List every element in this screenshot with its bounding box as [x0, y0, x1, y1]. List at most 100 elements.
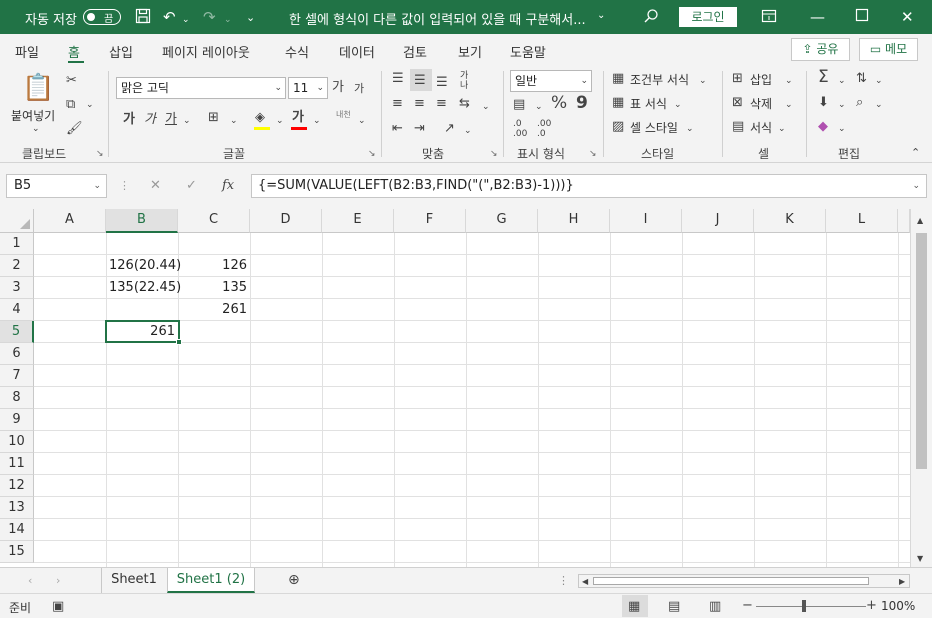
sort-filter-icon[interactable]: ⇅	[856, 71, 867, 87]
phonetic-icon[interactable]: 내천	[336, 110, 352, 119]
number-launcher-icon[interactable]: ↘	[589, 149, 597, 159]
tab-file[interactable]: 파일	[15, 42, 39, 61]
align-left-icon[interactable]: ≡	[392, 96, 403, 112]
row-header-7[interactable]: 7	[0, 365, 34, 387]
merge-dropdown-icon[interactable]: ⌄	[482, 99, 490, 115]
column-header-c[interactable]: C	[178, 209, 250, 233]
chevron-down-icon[interactable]: ⌄	[686, 121, 694, 137]
row-header-4[interactable]: 4	[0, 299, 34, 321]
alignment-launcher-icon[interactable]: ↘	[490, 149, 498, 159]
column-header-e[interactable]: E	[322, 209, 394, 233]
insert-cells-icon[interactable]: ⊞	[732, 71, 743, 87]
next-sheet-icon[interactable]: ›	[56, 573, 60, 589]
scroll-down-icon[interactable]: ▼	[917, 551, 923, 567]
row-header-5[interactable]: 5	[0, 321, 34, 343]
tab-data[interactable]: 데이터	[339, 42, 375, 61]
save-icon[interactable]	[135, 8, 151, 28]
zoom-slider-track[interactable]	[756, 606, 866, 607]
fill-icon[interactable]: ⬇	[818, 95, 829, 111]
page-break-view-icon[interactable]: ▥	[709, 599, 721, 615]
select-all-button[interactable]	[0, 209, 34, 233]
column-header-i[interactable]: I	[610, 209, 682, 233]
collapse-ribbon-icon[interactable]: ⌃	[911, 145, 920, 161]
underline-icon[interactable]: 가	[165, 112, 177, 128]
macro-record-icon[interactable]: ▣	[52, 599, 64, 615]
borders-dropdown-icon[interactable]: ⌄	[230, 113, 238, 129]
percent-style-icon[interactable]: %	[551, 95, 567, 112]
tab-home[interactable]: 홈	[68, 42, 80, 61]
cell-styles-icon[interactable]: ▨	[612, 119, 624, 135]
insert-cells-button[interactable]: 삽입	[750, 71, 772, 88]
fill-handle[interactable]	[176, 339, 182, 345]
chevron-down-icon[interactable]: ⌄	[699, 73, 707, 89]
enter-icon[interactable]: ✓	[186, 178, 197, 194]
text-direction-icon[interactable]: ↗	[444, 121, 455, 137]
minimize-icon[interactable]: —	[810, 8, 825, 26]
column-header-k[interactable]: K	[754, 209, 826, 233]
conditional-format-icon[interactable]: ▦	[612, 71, 624, 87]
align-center-icon[interactable]: ≡	[414, 96, 425, 112]
close-icon[interactable]: ✕	[901, 8, 914, 26]
column-header-f[interactable]: F	[394, 209, 466, 233]
format-cells-icon[interactable]: ▤	[732, 119, 744, 135]
chevron-down-icon[interactable]: ⌄	[778, 121, 786, 137]
column-header-j[interactable]: J	[682, 209, 754, 233]
tab-review[interactable]: 검토	[403, 42, 427, 61]
clear-icon[interactable]: ◆	[818, 119, 828, 135]
delete-cells-button[interactable]: 삭제	[750, 95, 772, 112]
font-name-combo[interactable]: 맑은 고딕 ⌄	[116, 77, 286, 99]
prev-sheet-icon[interactable]: ‹	[28, 573, 32, 589]
accounting-dropdown-icon[interactable]: ⌄	[535, 99, 543, 115]
clipboard-launcher-icon[interactable]: ↘	[96, 149, 104, 159]
page-layout-view-icon[interactable]: ▤	[668, 599, 680, 615]
number-format-combo[interactable]: 일반 ⌄	[510, 70, 592, 92]
format-as-table-button[interactable]: 표 서식	[630, 95, 667, 112]
undo-icon[interactable]: ↶	[163, 8, 176, 26]
redo-icon[interactable]: ↷	[203, 8, 216, 26]
orientation-icon[interactable]: 가나	[460, 71, 476, 91]
zoom-level[interactable]: 100%	[881, 599, 915, 613]
chevron-down-icon[interactable]: ⌄	[785, 97, 793, 113]
row-header-6[interactable]: 6	[0, 343, 34, 365]
sheet-tab-sheet1[interactable]: Sheet1	[102, 568, 166, 593]
bold-icon[interactable]: 가	[123, 112, 135, 128]
cancel-icon[interactable]: ✕	[150, 178, 161, 194]
cell-b3[interactable]: 135(22.45)	[106, 277, 186, 299]
horizontal-scroll-thumb[interactable]	[593, 577, 869, 585]
bottom-align-icon[interactable]: ☰	[436, 75, 448, 91]
row-header-8[interactable]: 8	[0, 387, 34, 409]
row-header-3[interactable]: 3	[0, 277, 34, 299]
sort-filter-dropdown-icon[interactable]: ⌄	[875, 73, 883, 89]
login-button[interactable]: 로그인	[679, 7, 737, 27]
tab-view[interactable]: 보기	[458, 42, 482, 61]
title-dropdown-icon[interactable]: ⌄	[597, 10, 605, 21]
column-header-b[interactable]: B	[106, 209, 178, 233]
chevron-down-icon[interactable]: ⌄	[785, 73, 793, 89]
font-size-combo[interactable]: 11 ⌄	[288, 77, 328, 99]
autosum-dropdown-icon[interactable]: ⌄	[838, 73, 846, 89]
delete-cells-icon[interactable]: ⊠	[732, 95, 743, 111]
name-box[interactable]: B5 ⌄	[6, 174, 107, 198]
row-header-13[interactable]: 13	[0, 497, 34, 519]
decrease-indent-icon[interactable]: ⇤	[392, 121, 403, 137]
autosum-icon[interactable]: Σ	[818, 69, 829, 86]
wrap-text-icon[interactable]: ⇆	[459, 96, 470, 112]
tab-page-layout[interactable]: 페이지 레이아웃	[162, 42, 250, 61]
normal-view-icon[interactable]: ▦	[628, 599, 640, 615]
tab-formulas[interactable]: 수식	[285, 42, 309, 61]
insert-function-icon[interactable]: fx	[222, 178, 234, 194]
format-cells-button[interactable]: 서식	[750, 119, 772, 136]
customize-qat-icon[interactable]: ⌄	[246, 9, 255, 27]
find-select-icon[interactable]: ⌕	[856, 95, 863, 111]
paste-icon[interactable]: 📋	[22, 73, 54, 103]
underline-dropdown-icon[interactable]: ⌄	[183, 113, 191, 129]
paste-dropdown-icon[interactable]: ⌄	[32, 121, 40, 137]
redo-dropdown-icon[interactable]: ⌄	[224, 11, 232, 29]
row-header-10[interactable]: 10	[0, 431, 34, 453]
scroll-up-icon[interactable]: ▲	[917, 213, 923, 229]
vertical-scrollbar[interactable]: ▲ ▼	[910, 209, 932, 567]
font-color-dropdown-icon[interactable]: ⌄	[313, 113, 321, 129]
borders-icon[interactable]: ⊞	[208, 110, 219, 126]
font-launcher-icon[interactable]: ↘	[368, 149, 376, 159]
column-header-a[interactable]: A	[34, 209, 106, 233]
